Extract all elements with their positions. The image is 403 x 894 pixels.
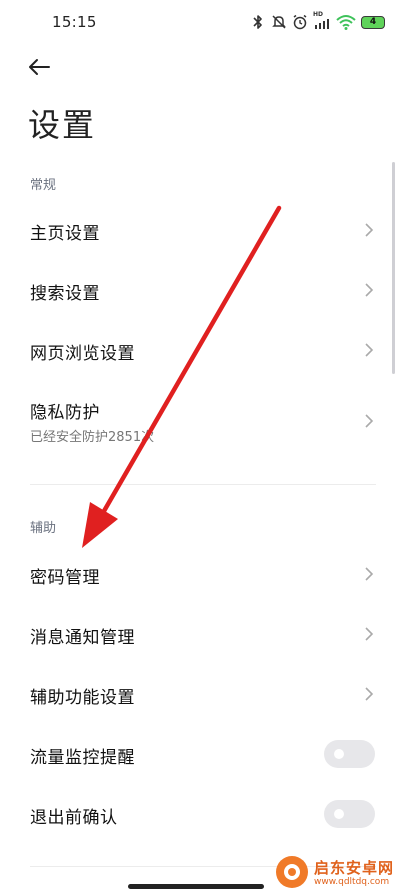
home-indicator[interactable] (128, 884, 264, 889)
settings-item-exit-confirm: 退出前确认 (0, 789, 403, 839)
bluetooth-icon (250, 13, 266, 31)
watermark-url: www.qdltdq.com (314, 877, 390, 887)
chevron-right-icon (365, 567, 374, 581)
settings-item-label: 密码管理 (30, 568, 100, 588)
mute-icon (271, 13, 287, 31)
settings-item-accessibility[interactable]: 辅助功能设置 (0, 669, 403, 719)
status-icons: HD 4 (250, 11, 385, 32)
hd-label: HD (313, 11, 324, 18)
settings-item-privacy[interactable]: 隐私防护 已经安全防护2851次 (0, 390, 403, 452)
settings-item-label: 网页浏览设置 (30, 344, 135, 364)
settings-item-password[interactable]: 密码管理 (0, 549, 403, 599)
status-bar: 15:15 HD 4 (0, 0, 403, 46)
section-header-general: 常规 (30, 178, 57, 193)
chevron-right-icon (365, 343, 374, 357)
settings-item-browsing[interactable]: 网页浏览设置 (0, 325, 403, 375)
settings-item-label: 主页设置 (30, 224, 100, 244)
settings-item-traffic-monitor: 流量监控提醒 (0, 729, 403, 779)
alarm-icon (292, 13, 308, 31)
settings-item-label: 辅助功能设置 (30, 688, 135, 708)
settings-item-subtitle: 已经安全防护2851次 (30, 430, 155, 445)
settings-item-label: 隐私防护 (30, 403, 100, 423)
chevron-right-icon (365, 283, 374, 297)
section-divider (30, 484, 376, 485)
exit-confirm-toggle[interactable] (324, 800, 375, 828)
chevron-right-icon (365, 414, 374, 428)
wifi-icon (336, 13, 356, 31)
chevron-right-icon (365, 223, 374, 237)
settings-item-notifications[interactable]: 消息通知管理 (0, 609, 403, 659)
section-header-assist: 辅助 (30, 521, 57, 536)
battery-icon: 4 (361, 15, 385, 29)
toggle-knob (334, 749, 344, 759)
watermark-title: 启东安卓网 (314, 859, 395, 877)
arrow-left-icon (29, 59, 50, 75)
page-title: 设置 (28, 106, 97, 144)
settings-item-label: 搜索设置 (30, 284, 100, 304)
chevron-right-icon (365, 627, 374, 641)
toggle-knob (334, 809, 344, 819)
settings-item-label: 消息通知管理 (30, 628, 135, 648)
settings-item-homepage[interactable]: 主页设置 (0, 205, 403, 255)
traffic-monitor-toggle[interactable] (324, 740, 375, 768)
signal-icon: HD (313, 11, 331, 31)
watermark-logo: 启东安卓网 www.qdltdq.com (262, 852, 403, 894)
watermark-logo-icon (276, 856, 308, 888)
settings-item-label: 流量监控提醒 (30, 748, 135, 768)
status-time: 15:15 (52, 13, 97, 31)
settings-item-search[interactable]: 搜索设置 (0, 265, 403, 315)
back-button[interactable] (22, 52, 56, 82)
chevron-right-icon (365, 687, 374, 701)
settings-item-label: 退出前确认 (30, 808, 118, 828)
